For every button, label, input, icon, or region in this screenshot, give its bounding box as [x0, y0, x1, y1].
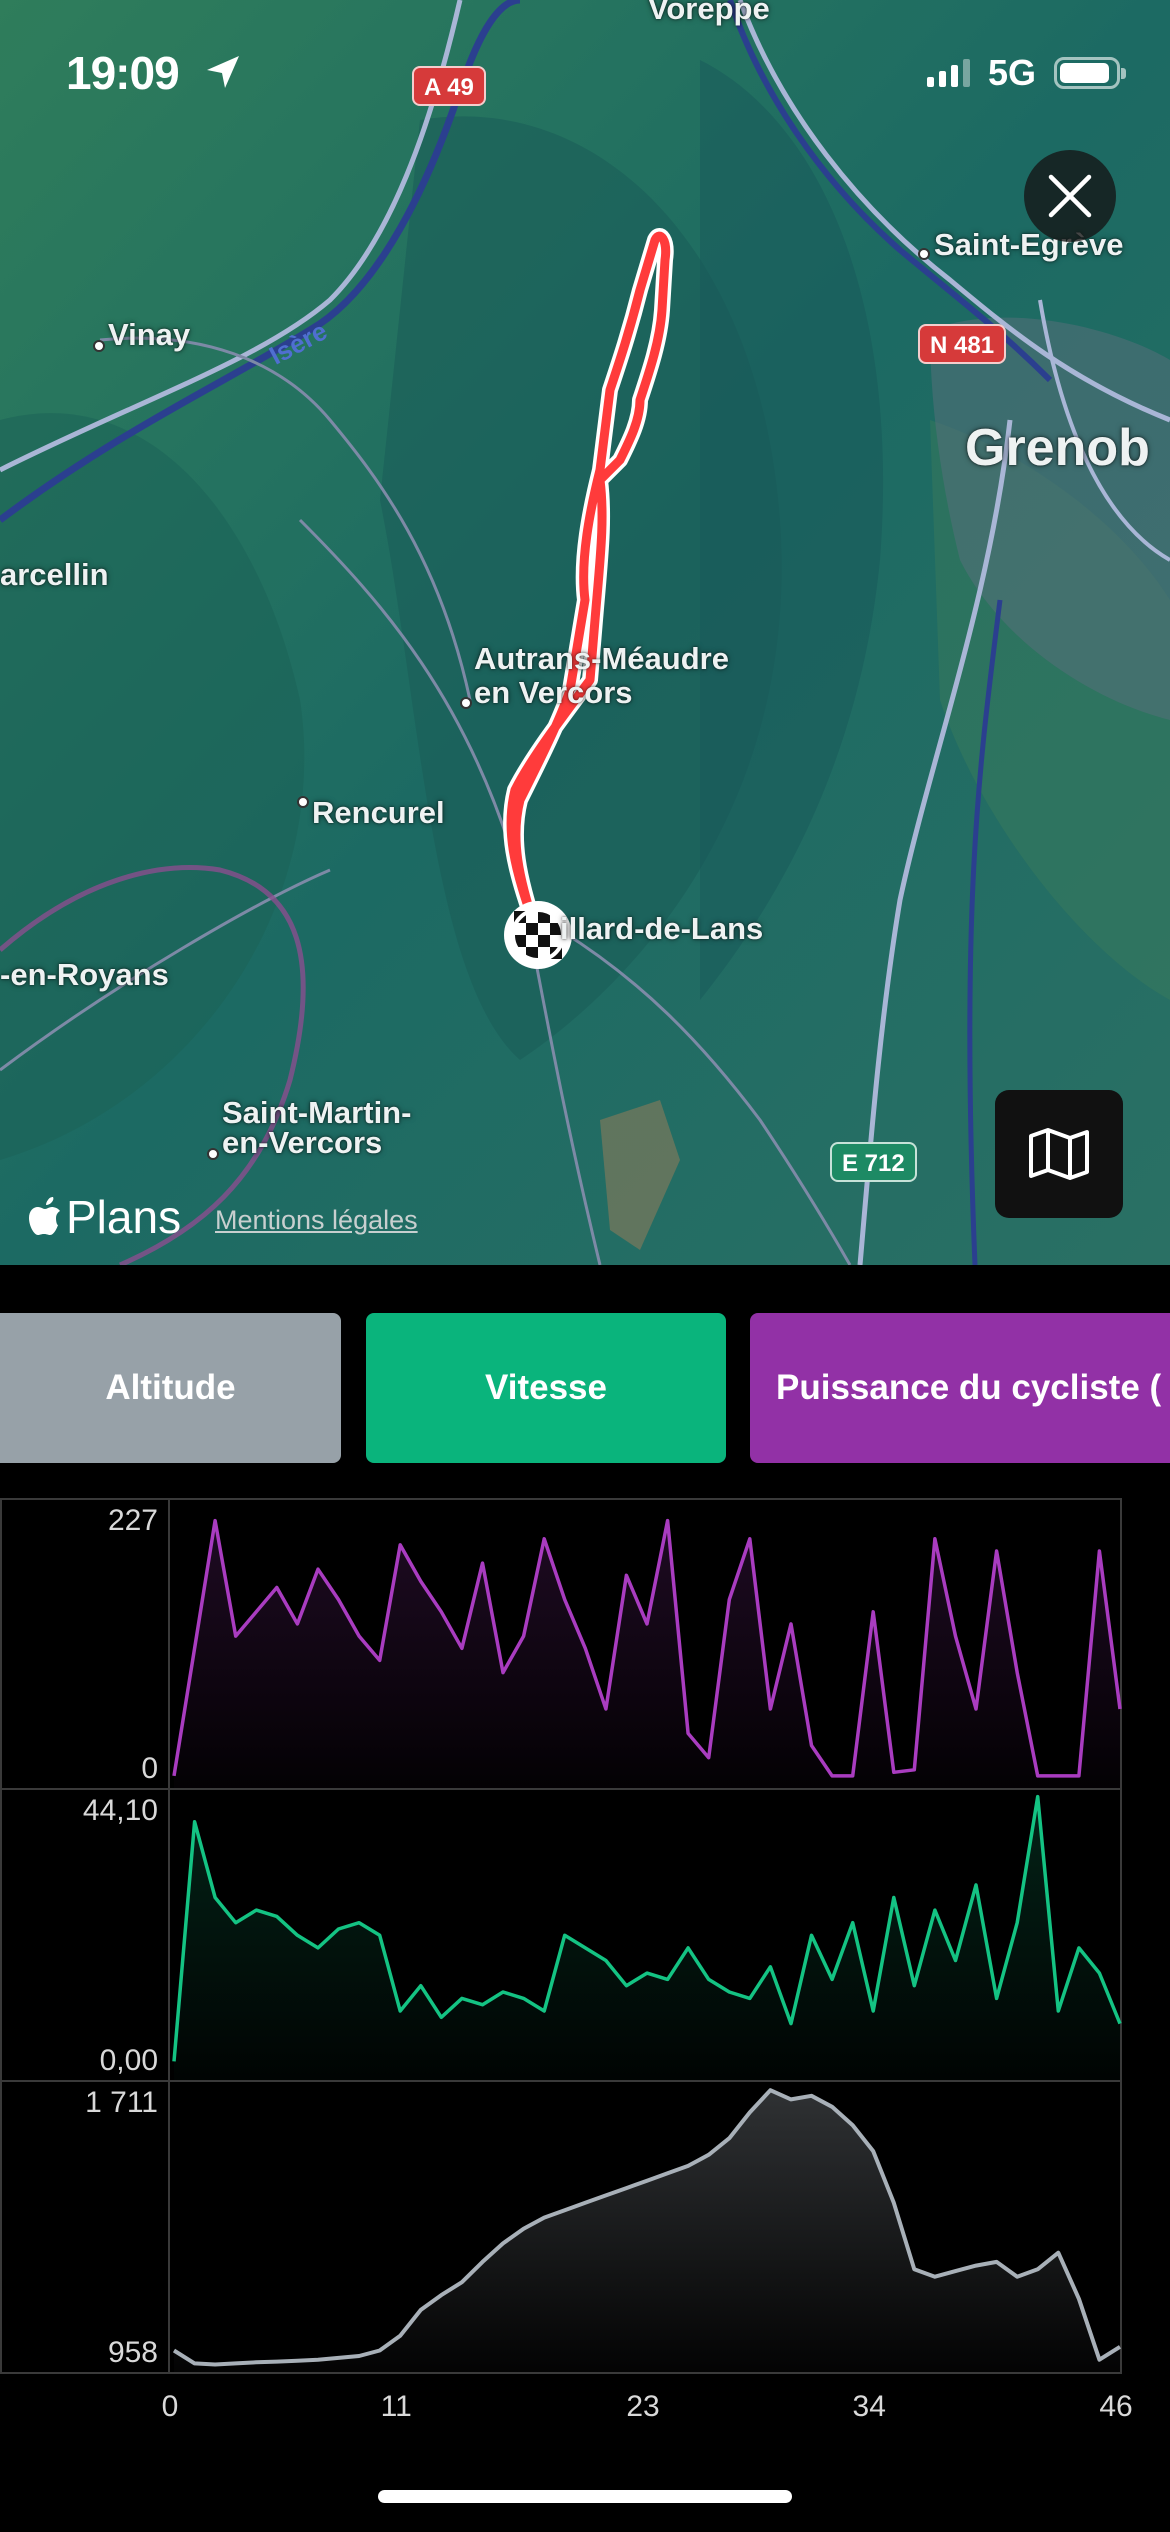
- close-icon: [1048, 174, 1092, 218]
- place-dot: [297, 796, 309, 808]
- tab-puissance[interactable]: Puissance du cycliste (: [750, 1313, 1170, 1463]
- location-arrow-icon: [207, 56, 239, 88]
- power-plot: [168, 1500, 1122, 1788]
- place-label: en-Vercors: [222, 1125, 383, 1160]
- speed-chart: 44,10 0,00: [0, 1788, 1122, 2082]
- maps-attribution: Plans: [28, 1190, 181, 1244]
- place-label: Voreppe: [648, 0, 770, 26]
- tab-altitude[interactable]: Altitude: [0, 1313, 341, 1463]
- y-min-label: 958: [107, 2336, 158, 2369]
- y-min-label: 0,00: [99, 2044, 158, 2077]
- road-shield: E 712: [830, 1142, 917, 1182]
- place-dot: [207, 1148, 219, 1160]
- altitude-chart: 1 711 958: [0, 2080, 1122, 2374]
- place-label: Vinay: [108, 317, 191, 352]
- road-shield: A 49: [412, 66, 486, 106]
- status-time: 19:09: [66, 47, 180, 99]
- x-tick-label: 11: [380, 2390, 412, 2423]
- speed-plot: [168, 1790, 1122, 2080]
- workout-charts: 227 0 44,10 0,00 1 711 958: [0, 1498, 1122, 2378]
- series-area: [174, 1520, 1120, 1788]
- y-max-label: 1 711: [85, 2086, 158, 2119]
- tab-vitesse[interactable]: Vitesse: [366, 1313, 726, 1463]
- maps-brand-label: Plans: [66, 1191, 182, 1243]
- city-label: Grenob: [965, 419, 1150, 477]
- series-area: [174, 2090, 1120, 2372]
- place-dot: [460, 697, 472, 709]
- map-type-button[interactable]: [995, 1090, 1123, 1218]
- metric-tabs: Altitude Vitesse Puissance du cycliste (: [0, 1313, 1170, 1463]
- place-label: illard-de-Lans: [560, 911, 764, 946]
- signal-icon: [926, 59, 970, 87]
- network-type: 5G: [987, 52, 1036, 93]
- x-axis: 0 11 23 34 46: [0, 2390, 1170, 2434]
- y-max-label: 227: [107, 1504, 158, 1537]
- map-terrain: [0, 0, 1170, 1265]
- close-button[interactable]: [1024, 150, 1116, 242]
- map-view[interactable]: Voreppe Saint-Egrève Vinay Grenob arcell…: [0, 0, 1170, 1265]
- place-label: Rencurel: [312, 795, 445, 830]
- legal-notice-link[interactable]: Mentions légales: [215, 1205, 418, 1236]
- x-tick-label: 46: [1099, 2390, 1133, 2423]
- battery-icon: [1054, 57, 1126, 89]
- place-dot: [918, 248, 930, 260]
- series-area: [174, 1796, 1120, 2080]
- y-max-label: 44,10: [82, 1794, 158, 1827]
- road-shield: N 481: [918, 324, 1007, 364]
- place-label: en Vercors: [474, 675, 633, 710]
- apple-logo-icon: [29, 1197, 60, 1235]
- place-dot: [93, 340, 105, 352]
- x-tick-label: 34: [852, 2390, 886, 2423]
- place-label: Autrans-Méaudre: [474, 641, 729, 676]
- place-label: -en-Royans: [0, 957, 169, 992]
- x-tick-label: 0: [161, 2390, 179, 2423]
- y-min-label: 0: [141, 1752, 158, 1785]
- status-indicators: 5G: [926, 52, 1126, 94]
- place-label: arcellin: [0, 557, 109, 592]
- power-chart: 227 0: [0, 1498, 1122, 1790]
- altitude-plot: [168, 2082, 1122, 2372]
- home-indicator[interactable]: [378, 2490, 792, 2503]
- map-icon: [1029, 1128, 1089, 1180]
- x-tick-label: 23: [626, 2390, 660, 2423]
